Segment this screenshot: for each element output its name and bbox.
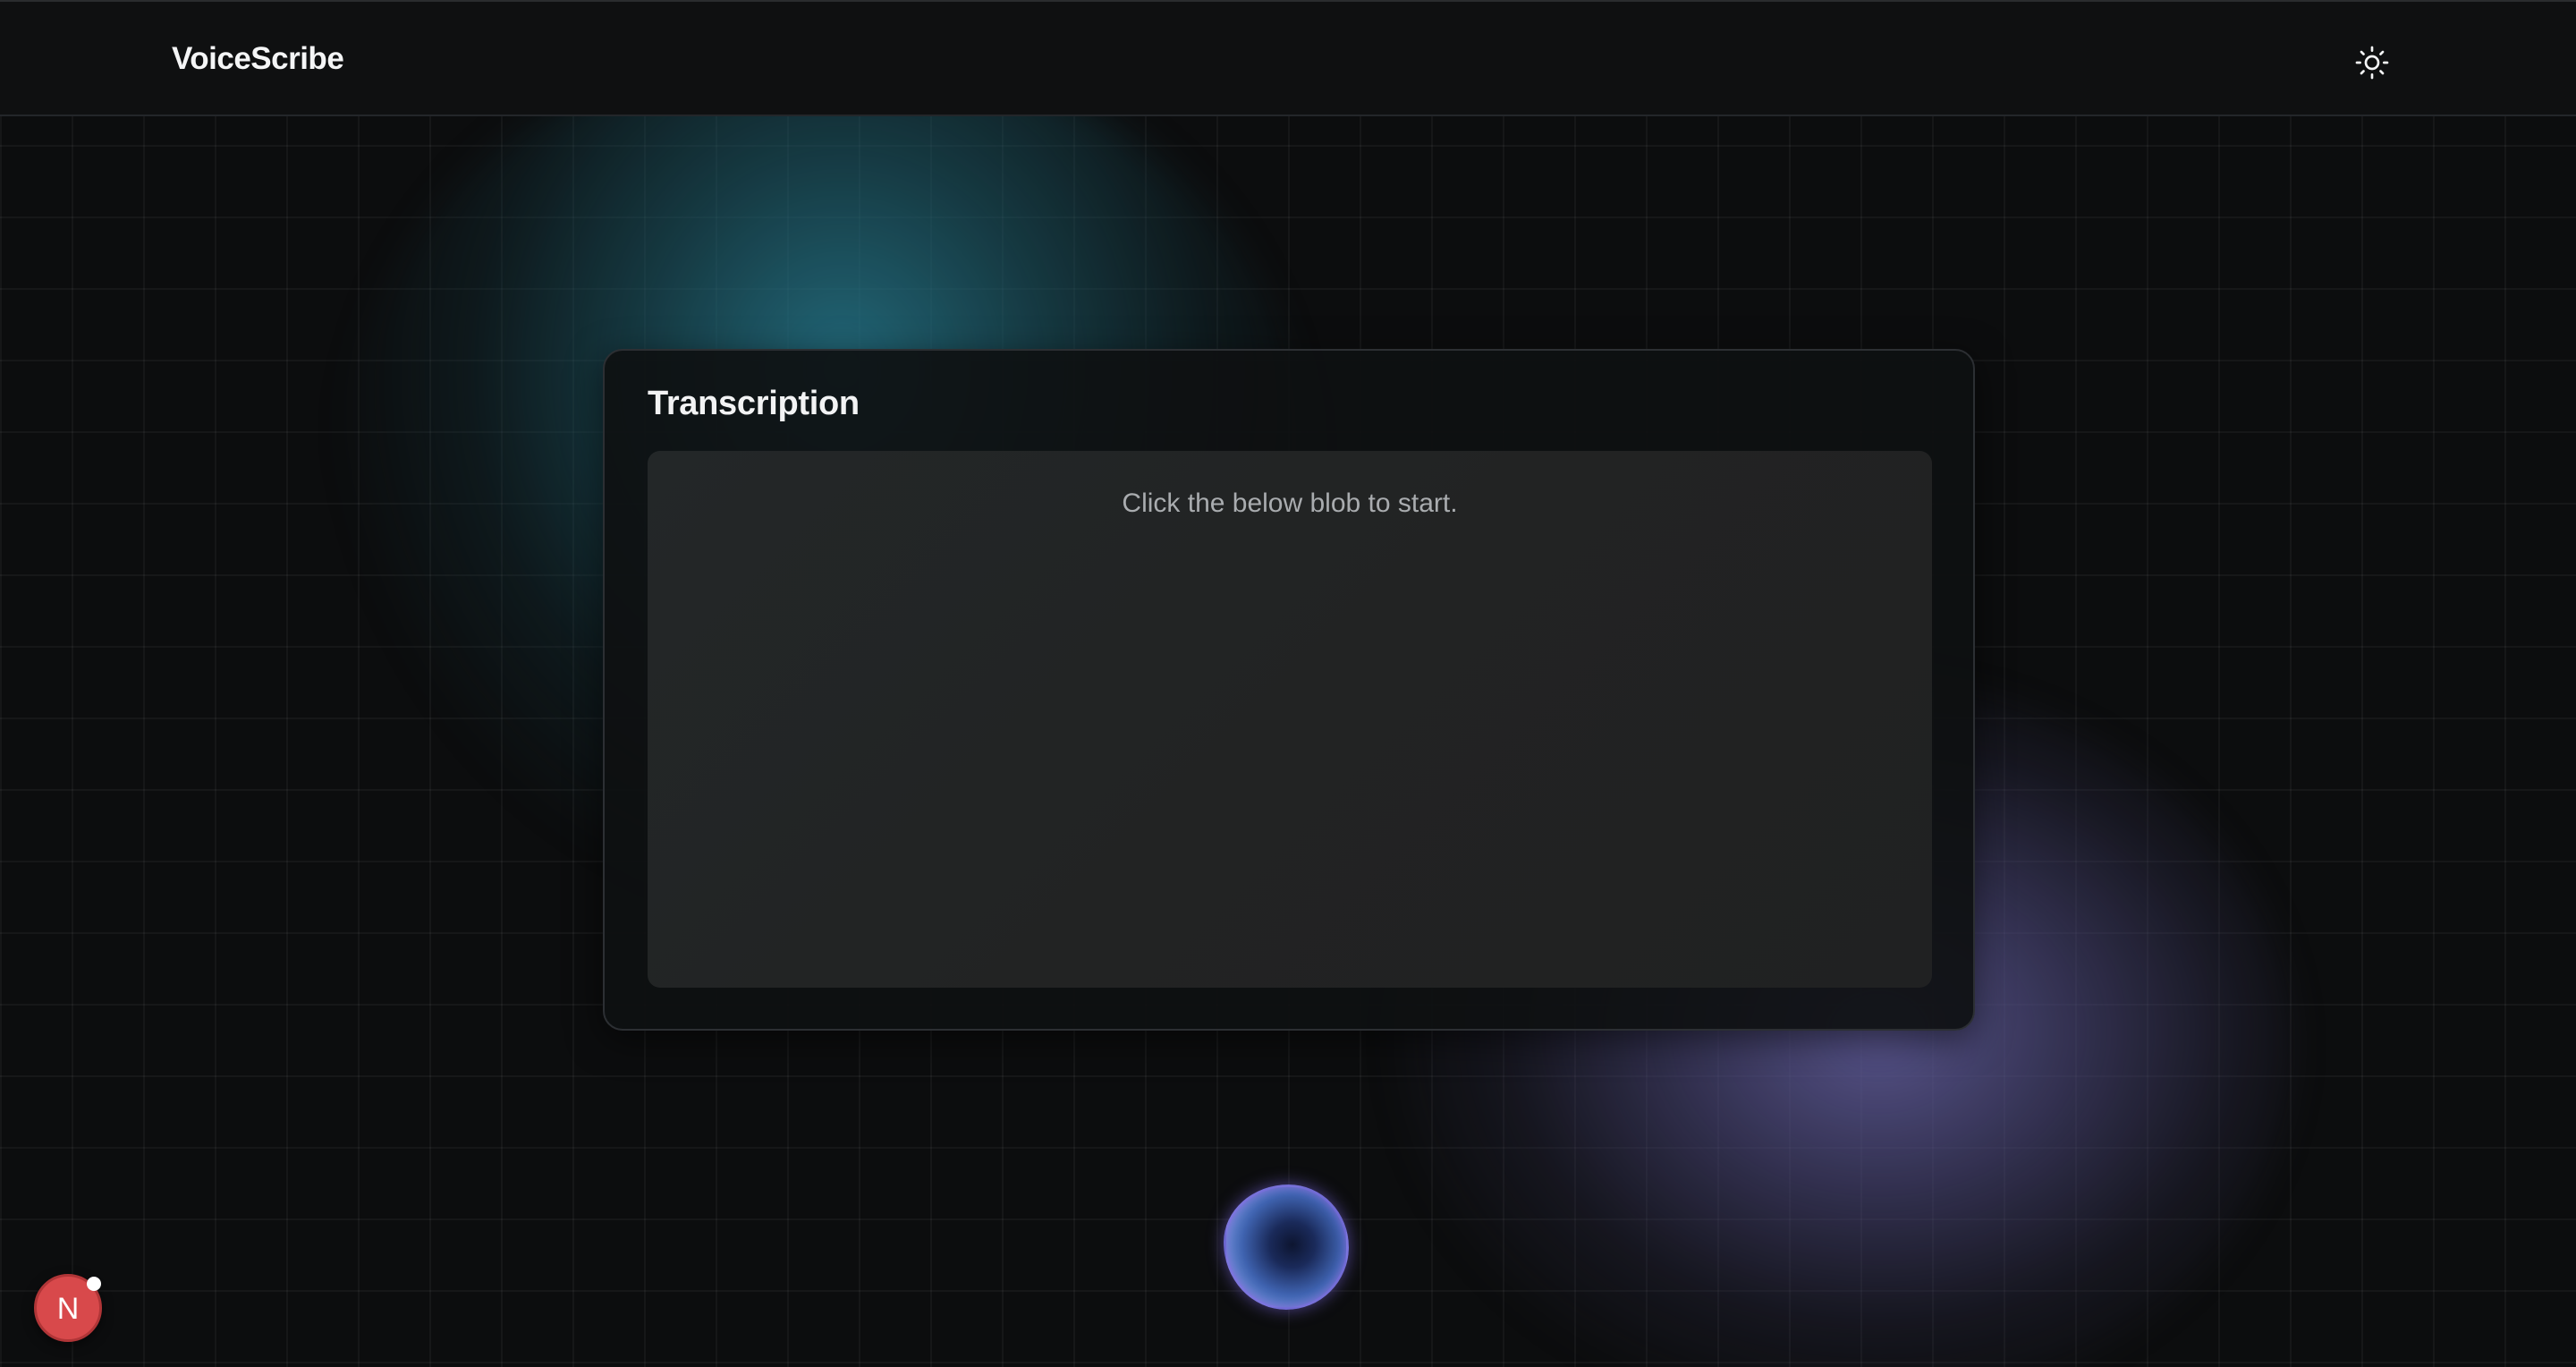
page: VoiceScribe Transcription Click the belo… bbox=[0, 0, 2576, 1367]
badge-letter: N bbox=[56, 1291, 80, 1326]
sun-icon bbox=[2355, 46, 2389, 80]
dev-tools-badge[interactable]: N bbox=[34, 1274, 102, 1342]
transcript-placeholder: Click the below blob to start. bbox=[1122, 488, 1458, 518]
transcript-area[interactable]: Click the below blob to start. bbox=[648, 451, 1932, 988]
transcription-card: Transcription Click the below blob to st… bbox=[603, 349, 1975, 1031]
badge-status-dot bbox=[87, 1277, 101, 1291]
top-header: VoiceScribe bbox=[0, 0, 2576, 116]
theme-toggle-button[interactable] bbox=[2351, 41, 2394, 84]
card-title: Transcription bbox=[648, 385, 860, 422]
record-blob-button[interactable] bbox=[1224, 1184, 1349, 1310]
app-title[interactable]: VoiceScribe bbox=[172, 41, 344, 77]
